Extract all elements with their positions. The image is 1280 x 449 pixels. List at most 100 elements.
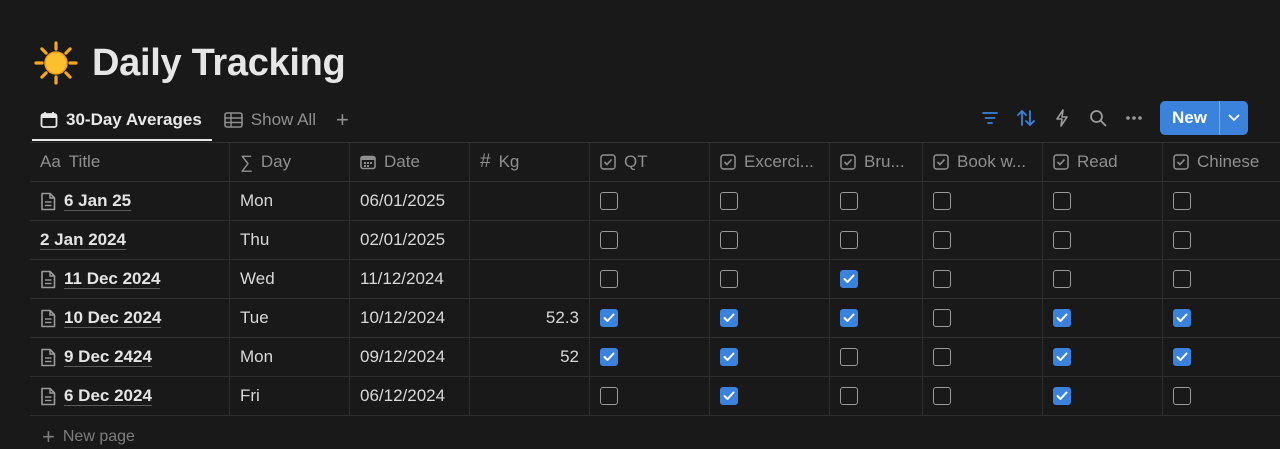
book-cell bbox=[923, 299, 1043, 337]
title-cell[interactable]: 6 Jan 25 bbox=[30, 182, 230, 220]
day-cell[interactable]: Tue bbox=[230, 299, 350, 337]
add-view-plus-icon[interactable]: + bbox=[336, 109, 349, 131]
exercise-checkbox[interactable] bbox=[720, 192, 738, 210]
tab-show-all[interactable]: Show All bbox=[216, 101, 326, 139]
table-row[interactable]: 6 Jan 25 Mon 06/01/2025 bbox=[30, 182, 1280, 221]
row-title[interactable]: 11 Dec 2024 bbox=[64, 269, 161, 289]
book-checkbox[interactable] bbox=[933, 231, 951, 249]
kg-cell[interactable]: 52.3 bbox=[470, 299, 590, 337]
row-title[interactable]: 2 Jan 2024 bbox=[40, 230, 127, 250]
qt-cell bbox=[590, 221, 710, 259]
chinese-checkbox[interactable] bbox=[1173, 309, 1191, 327]
day-cell[interactable]: Fri bbox=[230, 377, 350, 415]
column-header-day[interactable]: ∑ Day bbox=[230, 143, 350, 181]
column-header-qt[interactable]: QT bbox=[590, 143, 710, 181]
read-checkbox[interactable] bbox=[1053, 192, 1071, 210]
new-page-button[interactable]: + New page bbox=[42, 426, 135, 448]
more-options-icon[interactable] bbox=[1116, 100, 1152, 136]
column-header-title[interactable]: Aa Title bbox=[30, 143, 230, 181]
date-cell[interactable]: 11/12/2024 bbox=[350, 260, 470, 298]
qt-cell bbox=[590, 377, 710, 415]
title-cell[interactable]: 10 Dec 2024 bbox=[30, 299, 230, 337]
filter-icon[interactable] bbox=[972, 100, 1008, 136]
table-row[interactable]: 6 Dec 2024 Fri 06/12/2024 bbox=[30, 377, 1280, 416]
date-cell[interactable]: 02/01/2025 bbox=[350, 221, 470, 259]
column-header-date[interactable]: Date bbox=[350, 143, 470, 181]
search-icon[interactable] bbox=[1080, 100, 1116, 136]
row-title[interactable]: 10 Dec 2024 bbox=[64, 308, 162, 328]
chinese-checkbox[interactable] bbox=[1173, 270, 1191, 288]
exercise-checkbox[interactable] bbox=[720, 231, 738, 249]
read-checkbox[interactable] bbox=[1053, 270, 1071, 288]
title-cell[interactable]: 11 Dec 2024 bbox=[30, 260, 230, 298]
date-cell[interactable]: 06/01/2025 bbox=[350, 182, 470, 220]
day-cell[interactable]: Mon bbox=[230, 338, 350, 376]
date-cell[interactable]: 10/12/2024 bbox=[350, 299, 470, 337]
bru-checkbox[interactable] bbox=[840, 387, 858, 405]
table-row[interactable]: 11 Dec 2024 Wed 11/12/2024 bbox=[30, 260, 1280, 299]
column-header-bru[interactable]: Bru... bbox=[830, 143, 923, 181]
column-header-chinese[interactable]: Chinese bbox=[1163, 143, 1280, 181]
kg-cell[interactable] bbox=[470, 221, 590, 259]
tab-label: Show All bbox=[250, 110, 316, 129]
day-cell[interactable]: Mon bbox=[230, 182, 350, 220]
exercise-checkbox[interactable] bbox=[720, 387, 738, 405]
table-row[interactable]: 10 Dec 2024 Tue 10/12/2024 52.3 bbox=[30, 299, 1280, 338]
day-cell[interactable]: Wed bbox=[230, 260, 350, 298]
table-row[interactable]: 2 Jan 2024 Thu 02/01/2025 bbox=[30, 221, 1280, 260]
column-header-exercise[interactable]: Excerci... bbox=[710, 143, 830, 181]
qt-checkbox[interactable] bbox=[600, 348, 618, 366]
kg-cell[interactable] bbox=[470, 182, 590, 220]
read-checkbox[interactable] bbox=[1053, 348, 1071, 366]
kg-cell[interactable] bbox=[470, 377, 590, 415]
book-checkbox[interactable] bbox=[933, 387, 951, 405]
kg-cell[interactable]: 52 bbox=[470, 338, 590, 376]
date-cell[interactable]: 06/12/2024 bbox=[350, 377, 470, 415]
read-checkbox[interactable] bbox=[1053, 309, 1071, 327]
table-row[interactable]: 9 Dec 2424 Mon 09/12/2024 52 bbox=[30, 338, 1280, 377]
bru-checkbox[interactable] bbox=[840, 309, 858, 327]
book-checkbox[interactable] bbox=[933, 309, 951, 327]
qt-checkbox[interactable] bbox=[600, 387, 618, 405]
day-cell[interactable]: Thu bbox=[230, 221, 350, 259]
read-checkbox[interactable] bbox=[1053, 387, 1071, 405]
kg-cell[interactable] bbox=[470, 260, 590, 298]
sun-emoji-icon[interactable] bbox=[34, 41, 78, 85]
qt-checkbox[interactable] bbox=[600, 231, 618, 249]
sort-icon[interactable] bbox=[1008, 100, 1044, 136]
bru-checkbox[interactable] bbox=[840, 231, 858, 249]
column-header-read[interactable]: Read bbox=[1043, 143, 1163, 181]
qt-checkbox[interactable] bbox=[600, 309, 618, 327]
book-checkbox[interactable] bbox=[933, 192, 951, 210]
date-cell[interactable]: 09/12/2024 bbox=[350, 338, 470, 376]
checkbox-icon bbox=[840, 154, 856, 170]
tab-30-day-averages[interactable]: 30-Day Averages bbox=[32, 101, 212, 141]
title-cell[interactable]: 2 Jan 2024 bbox=[30, 221, 230, 259]
column-header-book[interactable]: Book w... bbox=[923, 143, 1043, 181]
bru-checkbox[interactable] bbox=[840, 192, 858, 210]
title-cell[interactable]: 9 Dec 2424 bbox=[30, 338, 230, 376]
qt-checkbox[interactable] bbox=[600, 270, 618, 288]
bru-checkbox[interactable] bbox=[840, 348, 858, 366]
row-title[interactable]: 6 Dec 2024 bbox=[64, 386, 152, 406]
exercise-checkbox[interactable] bbox=[720, 309, 738, 327]
book-checkbox[interactable] bbox=[933, 270, 951, 288]
new-button[interactable]: New bbox=[1160, 101, 1219, 135]
column-header-kg[interactable]: # Kg bbox=[470, 143, 590, 181]
chinese-checkbox[interactable] bbox=[1173, 192, 1191, 210]
book-checkbox[interactable] bbox=[933, 348, 951, 366]
bru-checkbox[interactable] bbox=[840, 270, 858, 288]
page-title[interactable]: Daily Tracking bbox=[92, 42, 346, 85]
row-title[interactable]: 6 Jan 25 bbox=[64, 191, 132, 211]
chinese-checkbox[interactable] bbox=[1173, 348, 1191, 366]
exercise-checkbox[interactable] bbox=[720, 270, 738, 288]
chinese-checkbox[interactable] bbox=[1173, 231, 1191, 249]
row-title[interactable]: 9 Dec 2424 bbox=[64, 347, 152, 367]
new-dropdown-chevron-icon[interactable] bbox=[1219, 101, 1248, 135]
automation-lightning-icon[interactable] bbox=[1044, 100, 1080, 136]
exercise-checkbox[interactable] bbox=[720, 348, 738, 366]
chinese-checkbox[interactable] bbox=[1173, 387, 1191, 405]
read-checkbox[interactable] bbox=[1053, 231, 1071, 249]
title-cell[interactable]: 6 Dec 2024 bbox=[30, 377, 230, 415]
qt-checkbox[interactable] bbox=[600, 192, 618, 210]
